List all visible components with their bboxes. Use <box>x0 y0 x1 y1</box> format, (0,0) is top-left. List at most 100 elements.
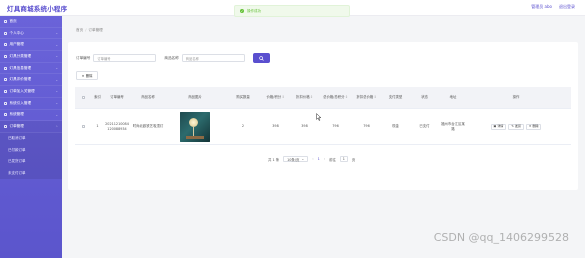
check-circle-icon: ✓ <box>240 9 244 13</box>
cell-price: 398 <box>272 124 279 129</box>
cell-pay-type: 现金 <box>392 124 399 129</box>
sidebar: 首页 个人中心 ⌄ 用户管理 ⌄ 灯具分类管理 ⌄ 灯具信息管理 ⌄ 灯具评价管理 ⌄ 订… <box>0 16 62 258</box>
header-status: 状态 <box>421 95 428 100</box>
sidebar-subitem-cancelled[interactable]: 已取消订单 <box>0 132 62 145</box>
gear-icon <box>4 113 7 117</box>
lamp-base <box>186 135 204 139</box>
comment-icon <box>4 78 7 82</box>
cell-quantity: 2 <box>241 124 245 129</box>
user-label[interactable]: 管理员 abo <box>531 4 552 10</box>
order-no-input[interactable]: 订单编号 <box>93 54 157 62</box>
sidebar-item-lamp-category[interactable]: 灯具分类管理 ⌄ <box>0 51 62 63</box>
sidebar-item-label: 灯具评价管理 <box>9 77 32 82</box>
sort-icon[interactable]: ↕ <box>345 95 348 100</box>
header-total-label: 总价格/总积分 <box>323 95 345 100</box>
select-all-checkbox[interactable] <box>81 95 86 100</box>
sort-icon[interactable]: ↕ <box>310 95 313 100</box>
breadcrumb-home[interactable]: 首页 <box>76 28 83 33</box>
delete-button[interactable]: ✕ 删除 <box>76 71 98 80</box>
pagination: 共 1 条 10条/页 ⌄ ‹ 1 › 前往 1 页 <box>268 156 355 162</box>
header-discount-total-label: 折扣总价格 <box>356 95 374 100</box>
row-delete-button[interactable]: ✕ 删除 <box>525 123 542 130</box>
cell-product-image <box>165 111 225 142</box>
sidebar-item-system-intro[interactable]: 系统引入管理 ⌄ <box>0 98 62 110</box>
table-header: 索引 订单编号 商品名称 商品图片 购买数量 价格/积分 ↕ 折扣价格 ↕ 总价格/… <box>75 87 571 109</box>
sidebar-item-orders[interactable]: 订单管理 ⌃ <box>0 121 62 133</box>
product-name-label: 商品名称 <box>164 55 179 60</box>
sidebar-item-label: 订单加入关管理 <box>9 88 35 93</box>
sort-icon[interactable]: ↕ <box>374 95 377 100</box>
lamp-shade <box>189 117 198 127</box>
breadcrumb: 首页 / 订单管理 <box>76 28 103 33</box>
sidebar-item-profile[interactable]: 个人中心 ⌄ <box>0 28 62 40</box>
next-page-button[interactable]: › <box>324 157 325 161</box>
cell-discount-price: 398 <box>301 124 308 129</box>
row-select-cell <box>75 124 92 129</box>
product-name-input[interactable]: 商品名称 <box>181 54 245 62</box>
header-product-image: 商品图片 <box>188 95 202 100</box>
main-panel: 订单编号 订单编号 商品名称 商品名称 ✕ 删除 索引 订单编号 商品名称 商品… <box>68 42 578 190</box>
chevron-down-icon: ⌄ <box>55 112 58 117</box>
header-address: 地址 <box>449 95 457 100</box>
row-checkbox[interactable] <box>81 124 86 129</box>
breadcrumb-current: 订单管理 <box>88 28 103 32</box>
watermark: CSDN @qq_1406299528 <box>433 231 569 244</box>
chevron-down-icon: ⌄ <box>55 101 58 106</box>
detail-button-label: 详情 <box>497 124 504 129</box>
page-size-select[interactable]: 10条/页 ⌄ <box>283 156 309 162</box>
ship-button[interactable]: ✎ 发货 <box>508 123 524 130</box>
sidebar-subitem-shipped[interactable]: 已发货订单 <box>0 155 62 168</box>
sidebar-subitem-paid[interactable]: 已付款订单 <box>0 144 62 156</box>
sidebar-item-lamp-info[interactable]: 灯具信息管理 ⌄ <box>0 63 62 75</box>
pager-total: 共 1 条 <box>268 157 280 162</box>
header-order-no: 订单编号 <box>110 95 124 100</box>
sidebar-item-users[interactable]: 用户管理 ⌄ <box>0 39 62 52</box>
trash-icon: ✕ <box>528 124 532 129</box>
delete-button-label: 删除 <box>85 74 93 78</box>
sidebar-item-system[interactable]: 系统管理 ⌄ <box>0 110 62 122</box>
cell-order-no: 20211210084 120088934 <box>105 121 129 131</box>
goto-page-input[interactable]: 1 <box>339 156 348 162</box>
ship-button-label: 发货 <box>514 124 521 129</box>
detail-button[interactable]: ▣ 详情 <box>490 123 507 130</box>
cart-icon <box>4 89 7 93</box>
cell-product-name: 时尚北欧铁艺吸顶灯 <box>132 124 164 129</box>
page-suffix: 页 <box>351 157 356 162</box>
row-delete-button-label: 删除 <box>532 124 539 129</box>
goto-label: 前往 <box>329 157 336 162</box>
logout-link[interactable]: 退出登录 <box>559 4 575 10</box>
chevron-down-icon: ⌄ <box>55 77 58 82</box>
prev-page-button[interactable]: ‹ <box>312 157 313 161</box>
toast-message: 操作成功 <box>247 8 261 13</box>
header-quantity: 购买数量 <box>236 95 250 100</box>
home-icon <box>4 19 7 23</box>
sidebar-item-label: 首页 <box>9 18 17 23</box>
breadcrumb-bar: 首页 / 订单管理 <box>62 16 585 42</box>
chevron-down-icon: ⌄ <box>55 89 58 94</box>
sidebar-item-lamp-review[interactable]: 灯具评价管理 ⌄ <box>0 74 62 87</box>
search-button[interactable] <box>252 53 270 63</box>
chevron-down-icon: ⌄ <box>55 31 58 36</box>
lamp-stand <box>193 126 194 136</box>
select-all-cell <box>75 95 92 100</box>
sidebar-item-label: 用户管理 <box>9 42 24 47</box>
search-row: 订单编号 订单编号 商品名称 商品名称 <box>76 53 270 63</box>
user-icon <box>4 31 7 35</box>
header-pay-type: 支付类型 <box>388 95 403 100</box>
trash-icon: ✕ <box>81 73 85 78</box>
cell-index: 1 <box>96 124 99 129</box>
users-icon <box>4 43 7 47</box>
page-number[interactable]: 1 <box>318 157 320 161</box>
detail-icon: ▣ <box>493 124 497 129</box>
sidebar-item-order-join[interactable]: 订单加入关管理 ⌄ <box>0 86 62 98</box>
sidebar-item-home[interactable]: 首页 <box>0 16 62 28</box>
sidebar-subitem-unpaid[interactable]: 未支付订单 <box>0 167 62 179</box>
sort-icon[interactable]: ↕ <box>282 95 285 100</box>
list-icon <box>4 54 7 58</box>
product-thumbnail[interactable] <box>180 111 210 142</box>
header-price-label: 价格/积分 <box>266 95 282 100</box>
chevron-up-icon: ⌃ <box>55 124 58 129</box>
chevron-down-icon: ⌄ <box>301 157 305 161</box>
edit-icon: ✎ <box>511 124 514 129</box>
cell-status: 已支付 <box>419 124 430 129</box>
